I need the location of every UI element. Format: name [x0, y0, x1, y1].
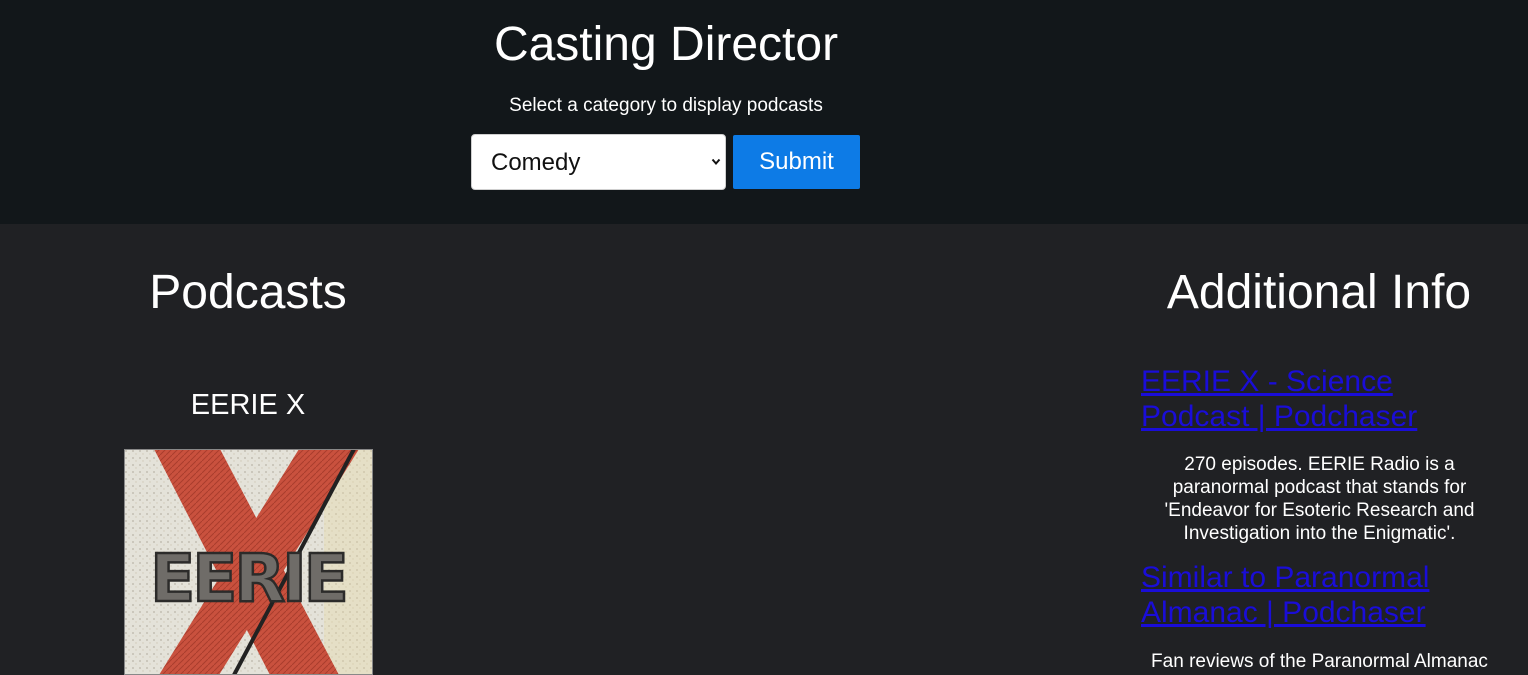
- result-description: 270 episodes. EERIE Radio is a paranorma…: [1164, 454, 1475, 544]
- additional-info-heading: Additional Info: [1166, 266, 1472, 319]
- result-link[interactable]: Similar to Paranormal Almanac | Podchase…: [1141, 560, 1471, 630]
- header-bar: Casting Director Select a category to di…: [0, 0, 1528, 224]
- result-link[interactable]: EERIE X - Science Podcast | Podchaser: [1141, 364, 1471, 434]
- category-select-value: Comedy: [491, 149, 581, 176]
- eerie-x-logo: EERIE: [124, 449, 373, 675]
- submit-button[interactable]: Submit: [733, 135, 860, 189]
- chevron-down-icon: [711, 158, 721, 166]
- podcast-cover-image[interactable]: EERIE: [124, 449, 373, 675]
- page-title: Casting Director: [493, 18, 839, 71]
- podcasts-heading: Podcasts: [149, 266, 347, 319]
- category-instructions: Select a category to display podcasts: [509, 95, 823, 116]
- cover-title-text: EERIE: [150, 540, 346, 617]
- result-description: Fan reviews of the Paranormal Almanac: [1151, 651, 1488, 672]
- category-select[interactable]: Comedy: [471, 134, 726, 190]
- podcast-title: EERIE X: [190, 389, 306, 421]
